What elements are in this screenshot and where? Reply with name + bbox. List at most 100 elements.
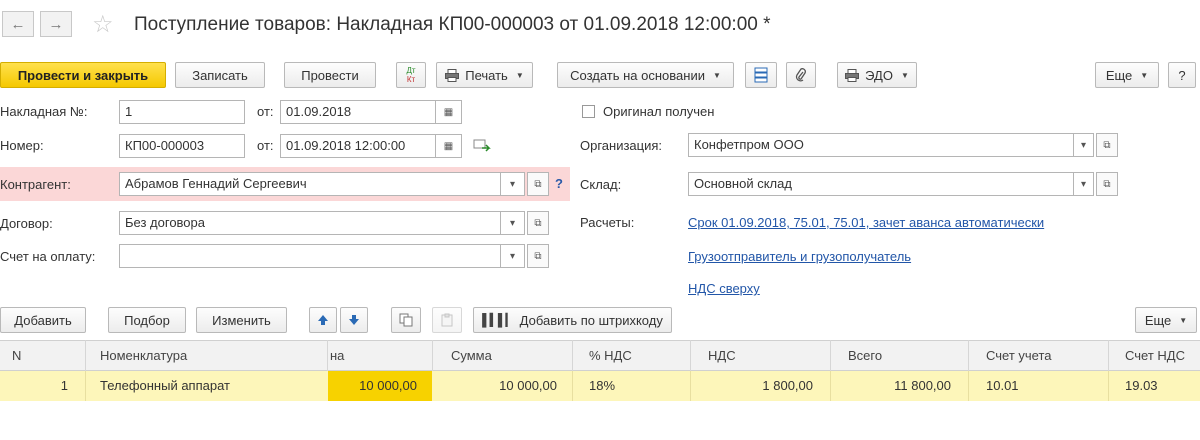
original-received-label: Оригинал получен — [603, 104, 715, 119]
settlements-label: Расчеты: — [580, 215, 635, 230]
column-header-vat-rate[interactable]: % НДС — [589, 348, 632, 363]
arrow-left-icon: ← — [10, 15, 26, 33]
change-number-icon[interactable] — [473, 139, 491, 156]
counterparty-input[interactable]: Абрамов Геннадий Сергеевич — [119, 172, 501, 196]
edo-button[interactable]: ЭДО ▼ — [837, 62, 917, 88]
payment-account-label: Счет на оплату: — [0, 249, 96, 264]
original-received-checkbox[interactable] — [582, 105, 595, 118]
cell-vat: 1 800,00 — [762, 378, 813, 393]
chevron-down-icon: ▾ — [509, 178, 516, 190]
table-more-label: Еще — [1144, 312, 1172, 328]
calendar-icon: ▦ — [443, 106, 454, 118]
contract-dropdown[interactable]: ▾ — [501, 211, 525, 235]
structure-button[interactable] — [745, 62, 777, 88]
column-header-sum[interactable]: Сумма — [451, 348, 492, 363]
more-button[interactable]: Еще ▼ — [1095, 62, 1159, 88]
back-button[interactable]: ← — [2, 11, 34, 37]
chevron-down-icon: ▼ — [515, 70, 524, 80]
column-header-n[interactable]: N — [12, 348, 21, 363]
counterparty-label: Контрагент: — [0, 177, 71, 192]
add-by-barcode-button[interactable]: ▌▍▌▎ Добавить по штрихкоду — [473, 307, 672, 333]
number-date-input[interactable]: 01.09.2018 12:00:00 — [280, 134, 436, 158]
contract-input[interactable]: Без договора — [119, 211, 501, 235]
help-button[interactable]: ? — [1168, 62, 1196, 88]
column-header-total[interactable]: Всего — [848, 348, 882, 363]
organization-input[interactable]: Конфетпром ООО — [688, 133, 1074, 157]
post-button[interactable]: Провести — [284, 62, 376, 88]
column-header-account[interactable]: Счет учета — [986, 348, 1052, 363]
change-button[interactable]: Изменить — [196, 307, 287, 333]
open-form-icon: ⧉ — [534, 178, 542, 190]
column-header-price[interactable]: на — [330, 348, 344, 363]
warehouse-input[interactable]: Основной склад — [688, 172, 1074, 196]
document-title: Поступление товаров: Накладная КП00-0000… — [134, 14, 771, 35]
cell-divider — [85, 371, 86, 401]
calendar-button[interactable]: ▦ — [436, 134, 462, 158]
payment-account-dropdown[interactable]: ▾ — [501, 244, 525, 268]
counterparty-dropdown[interactable]: ▾ — [501, 172, 525, 196]
column-divider — [432, 340, 433, 371]
warehouse-open-button[interactable]: ⧉ — [1096, 172, 1118, 196]
paperclip-icon — [795, 67, 806, 81]
attach-button[interactable] — [786, 62, 816, 88]
edo-label: ЭДО — [865, 67, 893, 83]
dtkt-button[interactable]: Дт Кт — [396, 62, 426, 88]
cell-n: 1 — [60, 378, 68, 393]
shipper-consignee-link[interactable]: Грузоотправитель и грузополучатель — [688, 249, 911, 264]
add-row-button[interactable]: Добавить — [0, 307, 86, 333]
move-down-button[interactable] — [340, 307, 368, 333]
organization-dropdown[interactable]: ▾ — [1074, 133, 1094, 157]
selection-button[interactable]: Подбор — [108, 307, 186, 333]
post-and-close-button[interactable]: Провести и закрыть — [0, 62, 166, 88]
add-by-barcode-label: Добавить по штрихкоду — [519, 312, 663, 328]
payment-account-input[interactable] — [119, 244, 501, 268]
counterparty-help[interactable]: ? — [555, 176, 563, 191]
cell-item: Телефонный аппарат — [100, 378, 230, 393]
save-button[interactable]: Записать — [175, 62, 265, 88]
number-label: Номер: — [0, 138, 44, 153]
edo-printer-icon — [845, 68, 860, 82]
favorite-star-icon[interactable]: ☆ — [92, 10, 114, 39]
column-divider — [572, 340, 573, 371]
arrow-up-icon — [318, 315, 328, 325]
create-based-on-button[interactable]: Создать на основании ▼ — [557, 62, 734, 88]
column-header-vat-account[interactable]: Счет НДС — [1125, 348, 1185, 363]
chevron-down-icon: ▼ — [1140, 70, 1149, 80]
cell-vat-rate: 18% — [589, 378, 616, 393]
contract-open-button[interactable]: ⧉ — [527, 211, 549, 235]
chevron-down-icon: ▼ — [1179, 315, 1188, 325]
column-header-vat[interactable]: НДС — [708, 348, 736, 363]
settlements-link[interactable]: Срок 01.09.2018, 75.01, 75.01, зачет ава… — [688, 215, 1044, 230]
chevron-down-icon: ▼ — [712, 70, 721, 80]
invoice-date-input[interactable]: 01.09.2018 — [280, 100, 436, 124]
more-label: Еще — [1105, 67, 1133, 83]
counterparty-open-button[interactable]: ⧉ — [527, 172, 549, 196]
warehouse-label: Склад: — [580, 177, 622, 192]
forward-button[interactable]: → — [40, 11, 72, 37]
arrow-down-icon — [349, 315, 359, 325]
calendar-button[interactable]: ▦ — [436, 100, 462, 124]
calendar-icon: ▦ — [443, 140, 454, 152]
paste-row-button[interactable] — [432, 307, 462, 333]
move-up-button[interactable] — [309, 307, 337, 333]
column-divider — [690, 340, 691, 371]
column-divider — [830, 340, 831, 371]
contract-label: Договор: — [0, 216, 53, 231]
payment-account-open-button[interactable]: ⧉ — [527, 244, 549, 268]
number-input[interactable]: КП00-000003 — [119, 134, 245, 158]
table-more-button[interactable]: Еще ▼ — [1135, 307, 1197, 333]
copy-row-button[interactable] — [391, 307, 421, 333]
column-divider — [968, 340, 969, 371]
invoice-no-input[interactable]: 1 — [119, 100, 245, 124]
print-button[interactable]: Печать ▼ — [436, 62, 533, 88]
column-header-item[interactable]: Номенклатура — [100, 348, 187, 363]
warehouse-dropdown[interactable]: ▾ — [1074, 172, 1094, 196]
cell-account: 10.01 — [986, 378, 1019, 393]
open-form-icon: ⧉ — [534, 217, 542, 229]
chevron-down-icon: ▼ — [900, 70, 909, 80]
organization-open-button[interactable]: ⧉ — [1096, 133, 1118, 157]
open-form-icon: ⧉ — [534, 250, 542, 262]
create-based-on-label: Создать на основании — [570, 67, 705, 83]
arrow-right-icon: → — [48, 15, 64, 33]
vat-on-top-link[interactable]: НДС сверху — [688, 281, 760, 296]
